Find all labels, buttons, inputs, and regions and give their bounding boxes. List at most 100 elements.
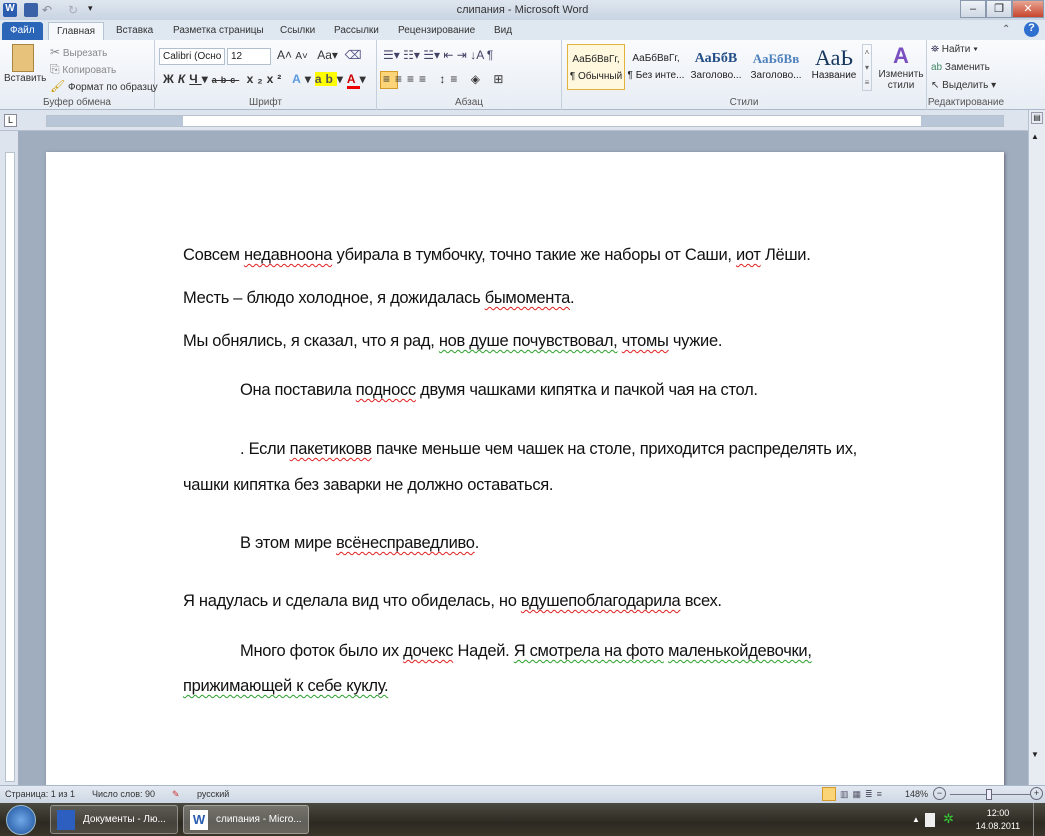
tab-mailings[interactable]: Рассылки	[326, 22, 387, 40]
bullets-icon[interactable]: ☰▾	[383, 48, 400, 62]
language[interactable]: русский	[197, 789, 229, 799]
clock[interactable]: 12:00 14.08.2011	[968, 807, 1028, 833]
zoom-slider-thumb[interactable]	[986, 789, 992, 800]
tab-review[interactable]: Рецензирование	[390, 22, 483, 40]
paste-button[interactable]: Вставить	[4, 73, 46, 84]
web-view-icon[interactable]: ▦	[853, 789, 866, 799]
subscript-icon[interactable]: x₂	[247, 72, 267, 86]
document-line[interactable]: Месть – блюдо холодное, я дожидалась бым…	[183, 289, 575, 308]
ruler-scale[interactable]	[46, 115, 1004, 127]
style-title[interactable]: АаЬ Название	[805, 44, 863, 90]
grow-font-icon[interactable]: A˄	[277, 48, 292, 62]
highlight-icon[interactable]: ab	[314, 72, 337, 86]
shrink-font-icon[interactable]: A˅	[295, 51, 308, 62]
font-name-combo[interactable]: Calibri (Осно	[159, 48, 225, 65]
document-line[interactable]: Она поставила подносс двумя чашками кипя…	[240, 381, 758, 400]
numbering-icon[interactable]: ☷▾	[403, 48, 420, 62]
outline-view-icon[interactable]: ≣	[865, 789, 877, 799]
start-button[interactable]	[6, 805, 36, 835]
network-icon[interactable]: ✲	[943, 811, 954, 827]
taskbar-item-word[interactable]: Wслипания - Micro...	[183, 805, 309, 834]
document-line[interactable]: В этом мире всёнесправедливо.	[240, 534, 479, 553]
zoom-in-icon[interactable]: +	[1030, 787, 1043, 800]
close-button[interactable]: ✕	[1012, 0, 1044, 18]
clear-formatting-icon[interactable]: ⌫	[345, 48, 362, 62]
style-heading-1[interactable]: АаБбВ Заголово...	[687, 44, 745, 90]
tab-selector-icon[interactable]: L	[4, 114, 17, 127]
underline-icon[interactable]: Ч	[189, 72, 201, 86]
style-no-spacing[interactable]: АаБбВвГг, ¶ Без инте...	[627, 44, 685, 90]
help-icon[interactable]: ?	[1024, 22, 1039, 37]
italic-icon[interactable]: К	[178, 72, 189, 86]
minimize-ribbon-icon[interactable]: ⌃	[1002, 24, 1010, 35]
clipboard-group: Вставить ✂ Вырезать ⎘ Копировать 🖌 Форма…	[0, 40, 158, 110]
select-button[interactable]: ↖ Выделить ▾	[931, 80, 996, 91]
change-styles-button[interactable]: A Изменить стили	[876, 43, 926, 91]
style-heading-2[interactable]: АаБбВв Заголово...	[747, 44, 805, 90]
shading-icon[interactable]: ◈	[471, 72, 485, 86]
print-layout-view-icon[interactable]	[822, 787, 836, 801]
change-case-icon[interactable]: Aa▾	[317, 48, 338, 62]
paste-icon[interactable]	[12, 44, 34, 72]
tab-insert[interactable]: Вставка	[108, 22, 161, 40]
tab-file[interactable]: Файл	[2, 22, 43, 40]
draft-view-icon[interactable]: ≡	[877, 789, 886, 799]
reading-view-icon[interactable]: ▥	[840, 789, 853, 799]
show-marks-icon[interactable]: ¶	[487, 48, 493, 62]
text-effects-icon[interactable]: A	[292, 72, 305, 86]
superscript-icon[interactable]: x²	[267, 72, 286, 86]
align-left-icon[interactable]: ≡	[383, 72, 395, 86]
brush-icon: 🖌	[50, 79, 66, 93]
word-count[interactable]: Число слов: 90	[92, 789, 155, 799]
vertical-ruler-scale[interactable]	[5, 152, 15, 782]
font-size-combo[interactable]: 12	[227, 48, 271, 65]
document-line[interactable]: . Если пакетиковв пачке меньше чем чашек…	[240, 440, 857, 459]
tab-home[interactable]: Главная	[48, 22, 105, 40]
bold-icon[interactable]: Ж	[163, 72, 178, 86]
tab-view[interactable]: Вид	[486, 22, 520, 40]
font-color-icon[interactable]: A	[346, 72, 360, 89]
line-spacing-icon[interactable]: ↕≡	[439, 72, 462, 86]
taskbar-item-documents[interactable]: Документы - Лю...	[50, 805, 178, 834]
show-hidden-icons[interactable]: ▲	[912, 815, 920, 824]
sort-icon[interactable]: ↓A	[470, 48, 483, 62]
multilevel-list-icon[interactable]: ☱▾	[423, 48, 440, 62]
document-line[interactable]: чашки кипятка без заварки не должно оста…	[183, 476, 554, 495]
document-line[interactable]: Много фоток было их дочекс Надей. Я смот…	[240, 642, 812, 661]
page-count[interactable]: Страница: 1 из 1	[5, 789, 75, 799]
zoom-out-icon[interactable]: −	[933, 787, 946, 800]
proofing-icon[interactable]: ✎	[172, 789, 180, 800]
restore-button[interactable]: ❐	[986, 0, 1012, 18]
format-painter-button[interactable]: 🖌 Формат по образцу	[50, 79, 158, 93]
align-right-icon[interactable]: ≡	[407, 72, 419, 86]
style-normal[interactable]: АаБбВвГг, ¶ Обычный	[567, 44, 625, 90]
borders-icon[interactable]: ⊞	[493, 72, 508, 86]
replace-button[interactable]: ab Заменить	[931, 62, 990, 73]
tray-icon[interactable]	[925, 813, 935, 827]
tab-references[interactable]: Ссылки	[272, 22, 323, 40]
strikethrough-icon[interactable]: abc	[212, 75, 240, 85]
document-line[interactable]: Мы обнялись, я сказал, что я рад, нов ду…	[183, 332, 722, 351]
text-run: Я надулась и сделала вид что обиделась, …	[183, 592, 521, 610]
zoom-level[interactable]: 148%	[905, 789, 928, 799]
styles-scroll[interactable]: ˄ ▾ ≡	[862, 44, 872, 91]
scroll-up-icon[interactable]: ▲	[1031, 132, 1039, 141]
document-line[interactable]: прижимающей к себе куклу.	[183, 677, 389, 696]
decrease-indent-icon[interactable]: ⇤	[443, 48, 453, 62]
increase-indent-icon[interactable]: ⇥	[457, 48, 467, 62]
show-desktop-button[interactable]	[1033, 803, 1045, 836]
document-line[interactable]: Совсем недавноона убирала в тумбочку, то…	[183, 246, 811, 265]
align-center-icon[interactable]: ≡	[395, 72, 407, 86]
find-button[interactable]: ⛯ Найти ▾	[931, 44, 978, 55]
copy-icon: ⎘	[50, 62, 60, 76]
view-ruler-icon[interactable]: ▤	[1031, 112, 1043, 124]
scroll-down-icon[interactable]: ▼	[1031, 750, 1039, 759]
vertical-scrollbar[interactable]: ▤ ▲ ▼	[1028, 110, 1045, 785]
copy-button[interactable]: ⎘ Копировать	[50, 62, 116, 77]
justify-icon[interactable]: ≡	[419, 72, 431, 86]
document-line[interactable]: Я надулась и сделала вид что обиделась, …	[183, 592, 722, 611]
minimize-button[interactable]: –	[960, 0, 986, 18]
tab-page-layout[interactable]: Разметка страницы	[165, 22, 272, 40]
cut-button[interactable]: ✂ Вырезать	[50, 45, 107, 59]
list-buttons: ☰▾ ☷▾ ☱▾ ⇤ ⇥ ↓A ¶	[383, 48, 493, 62]
